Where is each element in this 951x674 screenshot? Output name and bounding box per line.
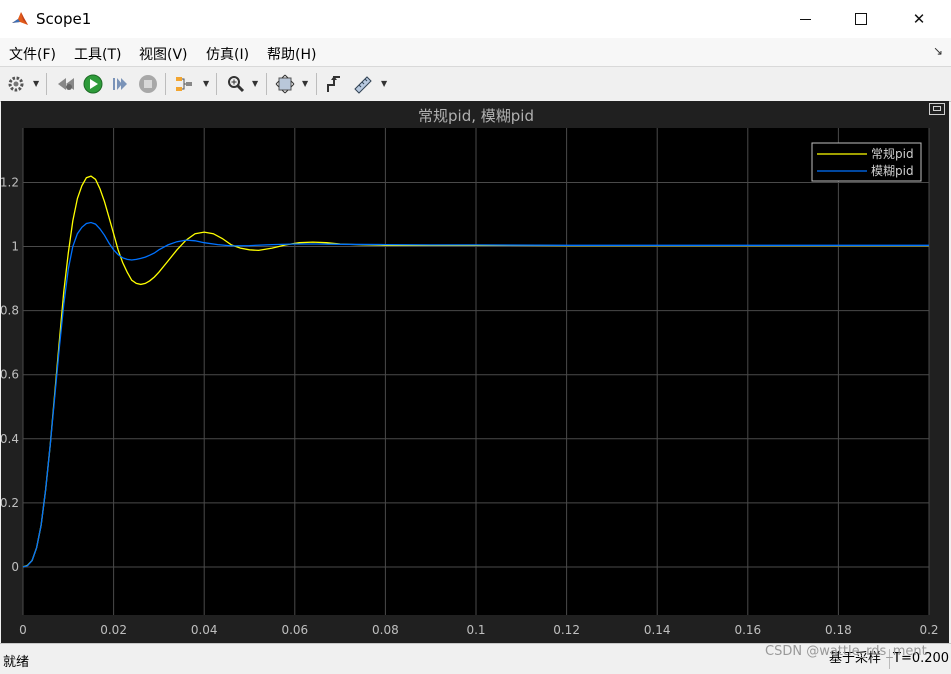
- watermark: CSDN @wattle_rds_ment: [765, 644, 927, 659]
- fit-to-view-icon[interactable]: [274, 73, 296, 95]
- toolbar-separator: [165, 73, 166, 95]
- close-icon: ✕: [912, 10, 926, 28]
- toolbar: ▼ ▼ ▼ ▼ ▼: [0, 66, 951, 102]
- y-tick-label: 0.4: [1, 432, 19, 446]
- menu-view[interactable]: 视图(V): [139, 44, 188, 64]
- toolbar-separator: [266, 73, 267, 95]
- zoom-icon[interactable]: [225, 73, 247, 95]
- x-tick-label: 0.16: [734, 623, 761, 637]
- step-back-icon[interactable]: [55, 73, 77, 95]
- x-tick-label: 0.02: [100, 623, 127, 637]
- toolbar-separator: [46, 73, 47, 95]
- minimize-button[interactable]: [782, 0, 828, 38]
- measurements-icon[interactable]: [352, 73, 374, 95]
- minimize-icon: [799, 18, 811, 20]
- menu-file[interactable]: 文件(F): [9, 44, 56, 64]
- x-tick-label: 0.04: [191, 623, 218, 637]
- settings-gear-icon[interactable]: [5, 73, 27, 95]
- trigger-icon[interactable]: [323, 73, 345, 95]
- maximize-icon: [855, 13, 867, 25]
- x-tick-label: 0.18: [825, 623, 852, 637]
- scope-chart[interactable]: 常规pid, 模糊pid 0 0.02 0.04 0.06 0.08 0.1 0.12 0.1…: [1, 101, 949, 643]
- maximize-button[interactable]: [838, 0, 884, 38]
- legend-label-2: 模糊pid: [871, 163, 914, 178]
- y-tick-label: 0.8: [1, 304, 19, 318]
- x-tick-label: 0.2: [919, 623, 938, 637]
- matlab-icon: [12, 12, 28, 25]
- y-tick-label: 0: [11, 560, 19, 574]
- dock-arrow-icon[interactable]: ↘: [933, 44, 943, 58]
- measurements-dropdown-arrow[interactable]: ▼: [381, 79, 387, 88]
- y-tick-label: 1: [11, 240, 19, 254]
- x-tick-labels: 0 0.02 0.04 0.06 0.08 0.1 0.12 0.14 0.16 0.18 0.2: [19, 623, 938, 637]
- legend-label-1: 常规pid: [871, 146, 914, 161]
- menu-simulation[interactable]: 仿真(I): [206, 44, 249, 64]
- chart-title: 常规pid, 模糊pid: [418, 107, 534, 125]
- signal-dropdown-arrow[interactable]: ▼: [203, 79, 209, 88]
- x-tick-label: 0: [19, 623, 27, 637]
- menu-bar: 文件(F) 工具(T) 视图(V) 仿真(I) 帮助(H) ↘: [0, 38, 951, 66]
- toolbar-separator: [216, 73, 217, 95]
- x-tick-label: 0.12: [553, 623, 580, 637]
- toolbar-separator: [316, 73, 317, 95]
- x-tick-label: 0.06: [281, 623, 308, 637]
- x-tick-label: 0.14: [644, 623, 671, 637]
- status-text: 就绪: [3, 655, 30, 670]
- settings-dropdown-arrow[interactable]: ▼: [33, 79, 39, 88]
- title-bar: Scope1 ✕: [0, 0, 951, 39]
- step-forward-icon[interactable]: [109, 73, 131, 95]
- zoom-dropdown-arrow[interactable]: ▼: [252, 79, 258, 88]
- y-tick-labels: 0 0.2 0.4 0.6 0.8 1 1.2: [1, 175, 19, 573]
- stop-icon[interactable]: [137, 73, 159, 95]
- y-tick-label: 0.6: [1, 368, 19, 382]
- x-tick-label: 0.1: [466, 623, 485, 637]
- close-button[interactable]: ✕: [896, 0, 942, 38]
- window-title: Scope1: [36, 10, 92, 28]
- y-tick-label: 1.2: [1, 175, 19, 189]
- x-tick-label: 0.08: [372, 623, 399, 637]
- menu-tools[interactable]: 工具(T): [74, 44, 121, 64]
- plot-panel: 常规pid, 模糊pid 0 0.02 0.04 0.06 0.08 0.1 0.12 0.1…: [1, 101, 949, 643]
- legend[interactable]: 常规pid 模糊pid: [811, 142, 922, 182]
- fit-dropdown-arrow[interactable]: ▼: [302, 79, 308, 88]
- y-tick-label: 0.2: [1, 496, 19, 510]
- menu-help[interactable]: 帮助(H): [267, 44, 316, 64]
- run-icon[interactable]: [82, 73, 104, 95]
- signal-highlight-icon[interactable]: [173, 73, 195, 95]
